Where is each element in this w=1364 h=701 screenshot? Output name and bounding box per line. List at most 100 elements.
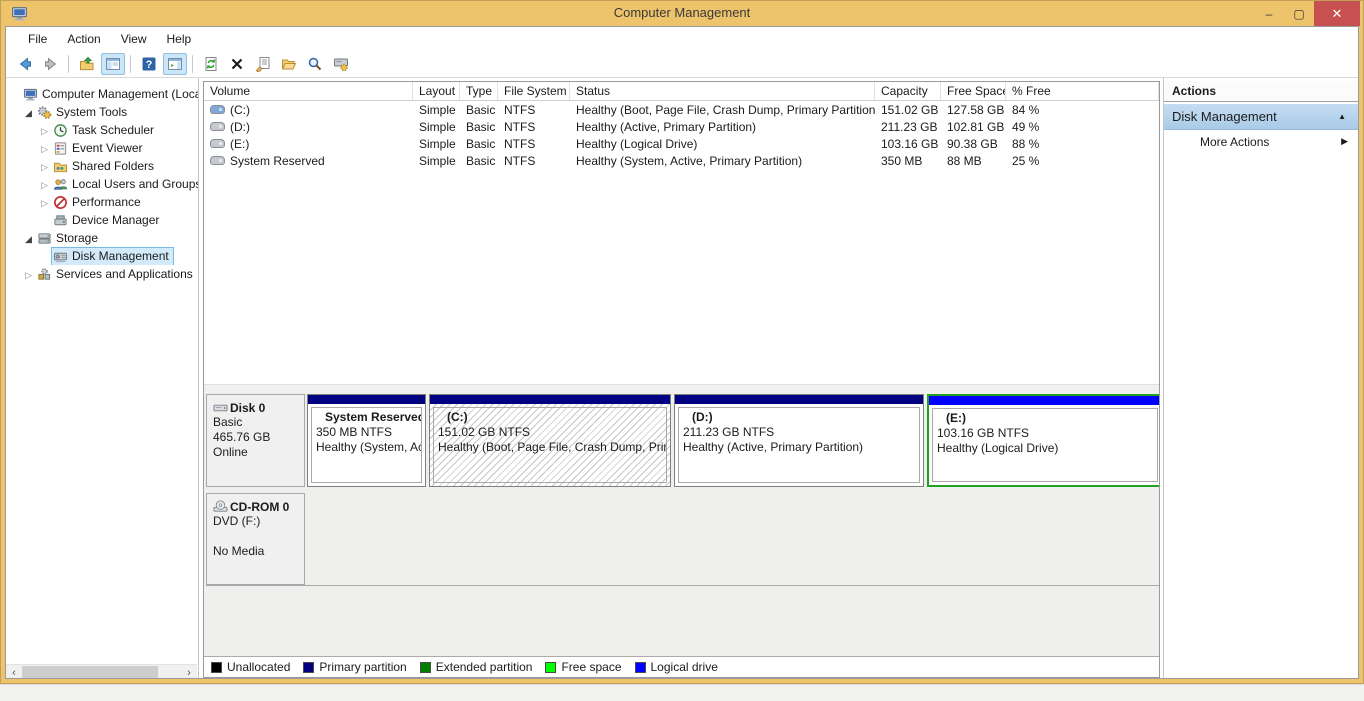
partition-color-bar (929, 396, 1159, 405)
column-header-status[interactable]: Status (570, 82, 875, 100)
tree-item-computer-management[interactable]: Computer Management (Local (6, 85, 198, 103)
show-console-tree-button[interactable] (101, 53, 125, 75)
disk-gear-icon (333, 56, 349, 72)
volume-row-d[interactable]: (D:) Simple Basic NTFS Healthy (Active, … (204, 118, 1159, 135)
tree-item-local-users-and-groups[interactable]: Local Users and Groups (6, 175, 198, 193)
menu-action[interactable]: Action (57, 29, 110, 49)
performance-icon (53, 195, 68, 210)
partition-status: Healthy (Boot, Page File, Crash Dump, Pr… (438, 440, 662, 455)
column-header-volume[interactable]: Volume (204, 82, 413, 100)
volume-row-system-reserved[interactable]: System Reserved Simple Basic NTFS Health… (204, 152, 1159, 169)
find-button[interactable] (303, 53, 327, 75)
column-header-free-space[interactable]: Free Space (941, 82, 1006, 100)
tree-item-storage[interactable]: Storage (6, 229, 198, 247)
tree: Computer Management (Local System Tools (6, 85, 198, 283)
expander-icon[interactable] (22, 105, 35, 119)
menu-help[interactable]: Help (157, 29, 202, 49)
device-manager-icon (53, 213, 68, 228)
menu-view[interactable]: View (111, 29, 157, 49)
maximize-button[interactable]: ▢ (1284, 1, 1314, 26)
expander-icon[interactable] (38, 141, 51, 155)
close-button[interactable]: ✕ (1314, 1, 1360, 26)
refresh-button[interactable] (199, 53, 223, 75)
cdrom-0-label[interactable]: CD-ROM 0 DVD (F:) No Media (206, 493, 305, 585)
tree-item-system-tools[interactable]: System Tools (6, 103, 198, 121)
open-button[interactable] (277, 53, 301, 75)
minimize-button[interactable]: – (1254, 1, 1284, 26)
collapse-icon[interactable]: ▲ (1338, 112, 1346, 121)
back-button[interactable] (13, 53, 37, 75)
System Reserved[interactable]: System Reserved 350 MB NTFS Healthy (Sys… (307, 394, 426, 487)
toolbar-separator (192, 55, 194, 73)
volume-free-space: 90.38 GB (941, 137, 1006, 151)
volume-free-space: 127.58 GB (941, 103, 1006, 117)
properties-button[interactable] (251, 53, 275, 75)
pane-splitter[interactable] (204, 384, 1159, 392)
volume-capacity: 350 MB (875, 154, 941, 168)
up-one-level-button[interactable] (75, 53, 99, 75)
column-header-type[interactable]: Type (460, 82, 498, 100)
help-button[interactable] (137, 53, 161, 75)
column-header-capacity[interactable]: Capacity (875, 82, 941, 100)
volume-layout: Simple (413, 154, 460, 168)
tree-item-performance[interactable]: Performance (6, 193, 198, 211)
tree-item-label: Services and Applications (56, 267, 193, 281)
disk-tasks-button[interactable] (329, 53, 353, 75)
tree-item-label: Disk Management (72, 249, 169, 263)
tree-item-disk-management[interactable]: Disk Management (6, 247, 198, 265)
volume-capacity: 103.16 GB (875, 137, 941, 151)
partition-size: 103.16 GB NTFS (937, 426, 1153, 441)
tree-item-event-viewer[interactable]: Event Viewer (6, 139, 198, 157)
volume-list: VolumeLayoutTypeFile SystemStatusCapacit… (204, 82, 1159, 384)
expander-icon[interactable] (22, 231, 35, 245)
forward-icon (43, 56, 59, 72)
actions-section-disk-management[interactable]: Disk Management ▲ (1164, 104, 1358, 130)
legend-primary-partition: Primary partition (303, 660, 406, 674)
column-header-file-system[interactable]: File System (498, 82, 570, 100)
expander-icon[interactable] (38, 177, 51, 191)
more-actions-item[interactable]: More Actions ▶ (1164, 130, 1358, 153)
partition-name: System Reserved (316, 410, 417, 425)
partition-size: 350 MB NTFS (316, 425, 417, 440)
partition-status: Healthy (System, Active, Primary Partiti… (316, 440, 417, 455)
scrollbar-thumb[interactable] (22, 666, 158, 680)
volume-row-e[interactable]: (E:) Simple Basic NTFS Healthy (Logical … (204, 135, 1159, 152)
menu-file[interactable]: File (18, 29, 57, 49)
column-header-pct-free[interactable]: % Free (1006, 82, 1159, 100)
tree-item-device-manager[interactable]: Device Manager (6, 211, 198, 229)
volume-rows: (C:) Simple Basic NTFS Healthy (Boot, Pa… (204, 101, 1159, 169)
(E:)[interactable]: (E:) 103.16 GB NTFS Healthy (Logical Dri… (927, 394, 1159, 487)
forward-button[interactable] (39, 53, 63, 75)
tree-item-task-scheduler[interactable]: Task Scheduler (6, 121, 198, 139)
scroll-left-arrow-icon[interactable]: ‹ (6, 667, 22, 679)
legend-label: Primary partition (319, 660, 406, 674)
show-action-pane-button[interactable] (163, 53, 187, 75)
tree-horizontal-scrollbar[interactable]: ‹ › (6, 664, 197, 679)
expander-icon[interactable] (38, 159, 51, 173)
expander-icon[interactable] (22, 267, 35, 281)
scroll-right-arrow-icon[interactable]: › (181, 667, 197, 679)
tree-item-services-and-applications[interactable]: Services and Applications (6, 265, 198, 283)
disk-0-label[interactable]: Disk 0 Basic 465.76 GB Online (206, 394, 305, 487)
services-icon (37, 267, 52, 282)
delete-button[interactable] (225, 53, 249, 75)
volume-row-c[interactable]: (C:) Simple Basic NTFS Healthy (Boot, Pa… (204, 101, 1159, 118)
titlebar[interactable]: Computer Management –▢✕ (1, 1, 1363, 26)
expander-icon[interactable] (38, 123, 51, 137)
cdrom-drive-letter: DVD (F:) (213, 514, 302, 529)
volume-layout: Simple (413, 137, 460, 151)
tree-item-label: System Tools (56, 105, 127, 119)
storage-icon (37, 231, 52, 246)
volume-layout: Simple (413, 120, 460, 134)
back-icon (17, 56, 33, 72)
expander-icon[interactable] (38, 195, 51, 209)
tree-item-shared-folders[interactable]: Shared Folders (6, 157, 198, 175)
graphical-disk-view: Disk 0 Basic 465.76 GB Online (204, 392, 1159, 656)
help-icon (141, 56, 157, 72)
volume-icon (210, 156, 225, 165)
properties-icon (255, 56, 271, 72)
column-header-layout[interactable]: Layout (413, 82, 460, 100)
disk-status: Online (213, 445, 302, 460)
(C:)[interactable]: (C:) 151.02 GB NTFS Healthy (Boot, Page … (429, 394, 671, 487)
(D:)[interactable]: (D:) 211.23 GB NTFS Healthy (Active, Pri… (674, 394, 924, 487)
